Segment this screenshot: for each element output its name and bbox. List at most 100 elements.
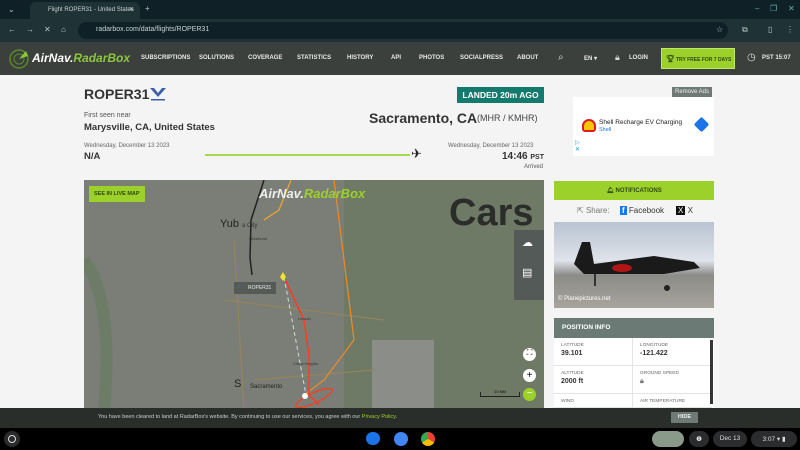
close-tab-icon[interactable]: ✕ <box>129 6 134 13</box>
nav-history[interactable]: HISTORY <box>347 55 373 61</box>
see-in-live-map-button[interactable]: SEE IN LIVE MAP <box>89 186 145 202</box>
map-watermark: AirNav.RadarBox <box>259 186 366 201</box>
close-window-icon[interactable]: ✕ <box>788 4 795 13</box>
url-input[interactable]: radarbox.com/data/flights/ROPER31 <box>78 22 728 39</box>
notifications-button[interactable]: 🔔︎ NOTIFICATIONS <box>554 181 714 200</box>
map-place-s: S <box>234 378 242 390</box>
nav-statistics[interactable]: STATISTICS <box>297 55 331 61</box>
arrival-status: Arrived <box>524 164 544 170</box>
shell-logo-icon <box>582 119 596 132</box>
nav-solutions[interactable]: SOLUTIONS <box>199 55 234 61</box>
flight-progress-bar <box>205 154 410 156</box>
nav-socialpress[interactable]: SOCIALPRESS <box>460 55 503 61</box>
nav-about[interactable]: ABOUT <box>517 55 538 61</box>
airport-pin-icon[interactable] <box>302 393 308 399</box>
shelf-date[interactable]: Dec 13 <box>713 431 747 447</box>
status-badge: LANDED 20m AGO <box>457 87 544 103</box>
minimize-icon[interactable]: – <box>755 4 759 13</box>
try-free-label: TRY FREE FOR 7 DAYS <box>676 57 732 63</box>
zoom-in-button[interactable]: + <box>523 369 536 382</box>
tab-list-icon[interactable]: ⌄ <box>8 5 15 14</box>
flight-map-label-text: ROPER31 <box>248 285 272 291</box>
share-facebook[interactable]: f Facebook <box>620 206 664 215</box>
share-x[interactable]: X X <box>676 206 693 215</box>
address-bar-row: ← → ✕ ⌂ radarbox.com/data/flights/ROPER3… <box>0 19 800 42</box>
weather-icon[interactable]: ☁ <box>522 236 533 249</box>
altitude-cell: ALTITUDE 2000 ft <box>554 366 633 394</box>
fullscreen-button[interactable]: ⛶ <box>523 348 536 361</box>
browser-tab-bar: ⌄ Flight ROPER31 - United States ✕ + – ❐ … <box>0 0 800 19</box>
remove-ads-button[interactable]: Remove Ads <box>672 87 713 97</box>
locked-icon: 🔒︎ <box>640 378 644 385</box>
os-shelf: ❶ Dec 13 3:07 ▾ ▮ <box>0 428 800 450</box>
site-logo[interactable]: AirNav.RadarBox <box>32 51 130 65</box>
bookmark-star-icon[interactable]: ☆ <box>716 25 723 34</box>
trophy-icon: 🏆︎ <box>666 56 675 63</box>
back-icon[interactable]: ← <box>8 25 16 34</box>
privacy-policy-link[interactable]: Privacy Policy <box>362 414 396 420</box>
extensions-icon[interactable]: ⧉ <box>742 25 748 35</box>
position-info-panel: POSITION INFO LATITUDE 39.101 LONGITUDE -1… <box>554 318 714 410</box>
menu-icon[interactable]: ⋮ <box>786 25 794 34</box>
plane-icon: ✈ <box>411 146 422 161</box>
arrival-tz: PST <box>530 154 544 161</box>
notification-count-icon[interactable]: ❶ <box>689 431 709 447</box>
shelf-time: 3:07 <box>762 436 776 443</box>
destination-city: Sacramento, CA <box>369 110 478 126</box>
side-panel-icon[interactable]: ▯ <box>768 25 772 34</box>
files-app-icon[interactable] <box>366 432 380 445</box>
try-free-button[interactable]: 🏆︎ TRY FREE FOR 7 DAYS <box>661 48 735 69</box>
notifications-label: NOTIFICATIONS <box>615 188 662 194</box>
site-navbar: AirNav.RadarBox SUBSCRIPTIONS SOLUTIONS … <box>0 42 800 75</box>
nav-subscriptions[interactable]: SUBSCRIPTIONS <box>141 55 190 61</box>
ad-brand: Shell <box>599 127 612 133</box>
bell-icon: 🔔︎ <box>606 188 616 194</box>
facebook-icon: f <box>620 206 627 215</box>
battery-icon: ▮ <box>781 436 786 443</box>
login-link[interactable]: LOGIN <box>629 55 648 61</box>
restore-icon[interactable]: ❐ <box>770 4 777 13</box>
origin-time: N/A <box>84 151 101 162</box>
map-place-citrus-heights: Citrus Heights <box>293 361 319 366</box>
ad-banner[interactable]: Shell Recharge EV Charging Shell ▷ ✕ <box>573 97 714 156</box>
flight-map-label[interactable]: v ROPER31 <box>234 282 277 294</box>
zoom-out-button[interactable]: − <box>523 388 536 401</box>
status-tray[interactable]: 3:07 ▾ ▮ <box>751 431 797 447</box>
lock-icon: 🔒︎ <box>615 52 620 62</box>
docs-app-icon[interactable] <box>394 432 408 446</box>
clock-time: PST 15:07 <box>762 55 791 61</box>
forward-icon[interactable]: → <box>26 25 34 34</box>
scrollbar[interactable] <box>710 340 713 404</box>
flight-map[interactable]: SEE IN LIVE MAP AirNav.RadarBox Yub a Ci… <box>84 180 544 410</box>
arrival-time: 14:46 PST <box>502 151 544 162</box>
stop-icon[interactable]: ✕ <box>44 25 51 34</box>
map-place-olivehurst: Olivehurst <box>249 236 268 241</box>
origin-location: Marysville, CA, United States <box>84 122 215 133</box>
wifi-icon: ▾ <box>776 436 781 443</box>
air-force-logo-icon <box>150 88 166 101</box>
browser-tab[interactable]: Flight ROPER31 - United States ✕ <box>30 2 140 19</box>
radar-logo-icon <box>9 49 29 69</box>
map-layers-icon[interactable]: ▤ <box>522 266 532 279</box>
map-scale: 10 NM <box>480 390 520 397</box>
aircraft-photo[interactable]: © Planepictures.net <box>554 222 714 308</box>
chrome-app-icon[interactable] <box>421 432 435 446</box>
wind-cell: WIND <box>554 394 633 408</box>
x-icon: X <box>676 206 686 215</box>
directions-icon[interactable] <box>693 116 710 133</box>
nav-photos[interactable]: PHOTOS <box>419 55 444 61</box>
search-icon[interactable]: ⌕ <box>558 52 564 63</box>
longitude-cell: LONGITUDE -121.422 <box>633 338 712 366</box>
ad-title: Shell Recharge EV Charging <box>599 119 683 126</box>
flight-callsign: ROPER31 <box>84 86 150 102</box>
hide-button[interactable]: HIDE <box>671 412 698 423</box>
new-tab-icon[interactable]: + <box>145 4 150 13</box>
language-select[interactable]: EN ▾ <box>584 55 597 62</box>
nav-coverage[interactable]: COVERAGE <box>248 55 282 61</box>
adchoices-icon[interactable]: ▷ ✕ <box>575 139 580 153</box>
ground-speed-cell: GROUND SPEED 🔒︎ <box>633 366 712 394</box>
nav-api[interactable]: API <box>391 55 401 61</box>
launcher-button[interactable] <box>4 431 20 447</box>
home-icon[interactable]: ⌂ <box>61 25 66 34</box>
holding-space-thumbnail[interactable] <box>652 431 684 447</box>
